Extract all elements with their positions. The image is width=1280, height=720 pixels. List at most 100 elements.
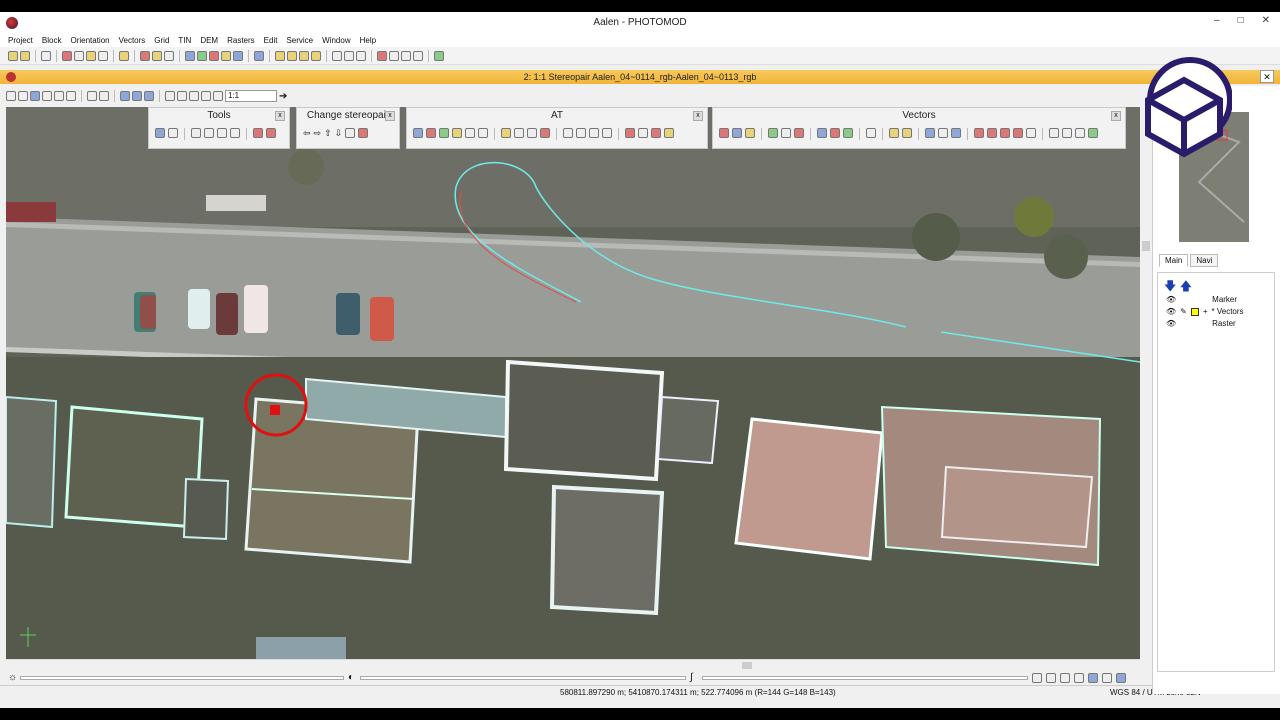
tab-main[interactable]: Main bbox=[1159, 254, 1189, 267]
contrast-slider[interactable] bbox=[360, 676, 686, 680]
expand-icon[interactable]: + bbox=[1203, 307, 1208, 316]
points-icon[interactable] bbox=[140, 50, 150, 61]
crosshair-icon[interactable] bbox=[87, 91, 97, 101]
menu-vectors[interactable]: Vectors bbox=[119, 36, 146, 45]
visibility-eye-icon[interactable]: 👁 bbox=[1166, 307, 1176, 316]
maximize-button[interactable]: □ bbox=[1238, 15, 1244, 26]
layer-vectors[interactable]: 👁 ✎ + * Vectors bbox=[1166, 307, 1244, 316]
join-icon[interactable] bbox=[1000, 128, 1010, 138]
duplicate-icon[interactable] bbox=[217, 128, 227, 138]
import-icon[interactable] bbox=[299, 50, 309, 61]
simplify-icon[interactable] bbox=[1026, 128, 1036, 138]
anaglyph-icon[interactable] bbox=[1102, 673, 1112, 683]
center-icon[interactable] bbox=[54, 91, 64, 101]
polyline-icon[interactable] bbox=[768, 128, 778, 138]
at-panel-close-button[interactable]: x bbox=[693, 111, 703, 121]
at-check-icon[interactable] bbox=[465, 128, 475, 138]
vertex-edit-icon[interactable] bbox=[745, 128, 755, 138]
view-mode-2-icon[interactable] bbox=[1046, 673, 1056, 683]
select-vertex-icon[interactable] bbox=[732, 128, 742, 138]
at-delete-icon[interactable] bbox=[426, 128, 436, 138]
at-verify-icon[interactable] bbox=[664, 128, 674, 138]
vectors-panel-close-button[interactable]: x bbox=[1111, 111, 1121, 121]
clipboard-icon[interactable] bbox=[230, 128, 240, 138]
pair-options-icon[interactable] bbox=[358, 128, 369, 138]
zoom-apply-icon[interactable]: ➔ bbox=[279, 91, 287, 102]
gamma-slider[interactable] bbox=[702, 676, 1028, 680]
grid-icon[interactable] bbox=[233, 50, 243, 61]
menu-project[interactable]: Project bbox=[8, 36, 33, 45]
raster-icon[interactable] bbox=[254, 50, 264, 61]
zoom-window-icon[interactable] bbox=[201, 91, 211, 101]
paste-icon[interactable] bbox=[204, 128, 214, 138]
fit-icon[interactable] bbox=[120, 91, 130, 101]
viewport-vertical-scrollbar[interactable] bbox=[1140, 107, 1152, 659]
menu-rasters[interactable]: Rasters bbox=[227, 36, 255, 45]
menu-orientation[interactable]: Orientation bbox=[70, 36, 109, 45]
report-icon[interactable] bbox=[164, 50, 174, 61]
table-icon[interactable] bbox=[1088, 128, 1098, 138]
properties-icon[interactable] bbox=[41, 50, 51, 61]
viewport-horizontal-scrollbar[interactable] bbox=[6, 659, 1140, 670]
pair-icon[interactable] bbox=[345, 128, 356, 138]
marker-move-icon[interactable] bbox=[99, 91, 109, 101]
arrow-left-icon[interactable]: ⇦ bbox=[303, 128, 311, 139]
cursor-icon[interactable] bbox=[18, 91, 28, 101]
overview-icon[interactable] bbox=[413, 50, 423, 61]
visibility-eye-icon[interactable]: 👁 bbox=[1166, 295, 1176, 304]
minimize-button[interactable]: – bbox=[1214, 15, 1220, 26]
settings-icon[interactable] bbox=[98, 50, 108, 61]
arrow-down-icon[interactable]: ⇩ bbox=[335, 128, 343, 139]
folder-icon[interactable] bbox=[275, 50, 285, 61]
zoom-in-icon[interactable] bbox=[165, 91, 175, 101]
select-tool-icon[interactable] bbox=[155, 128, 165, 138]
classifier-icon[interactable] bbox=[1062, 128, 1072, 138]
menu-grid[interactable]: Grid bbox=[154, 36, 169, 45]
menu-dem[interactable]: DEM bbox=[200, 36, 218, 45]
menu-block[interactable]: Block bbox=[42, 36, 62, 45]
save-icon[interactable] bbox=[20, 50, 30, 61]
at-solve-icon[interactable] bbox=[625, 128, 635, 138]
arrow-up-icon[interactable]: ⇧ bbox=[324, 128, 332, 139]
arc-icon[interactable] bbox=[866, 128, 876, 138]
snap-icon[interactable] bbox=[42, 91, 52, 101]
layer-icon[interactable] bbox=[197, 50, 207, 61]
menu-help[interactable]: Help bbox=[360, 36, 376, 45]
move-icon[interactable] bbox=[889, 128, 899, 138]
attributes-icon[interactable] bbox=[1049, 128, 1059, 138]
zoom-extent-icon[interactable] bbox=[189, 91, 199, 101]
hand-icon[interactable] bbox=[6, 91, 16, 101]
cut-icon[interactable] bbox=[974, 128, 984, 138]
menu-window[interactable]: Window bbox=[322, 36, 350, 45]
stretch-icon[interactable] bbox=[144, 91, 154, 101]
list-icon[interactable] bbox=[74, 50, 84, 61]
view-mode-3-icon[interactable] bbox=[1060, 673, 1070, 683]
stereo-icon[interactable] bbox=[389, 50, 399, 61]
window-icon[interactable] bbox=[344, 50, 354, 61]
refresh-icon[interactable] bbox=[311, 50, 321, 61]
at-grid4-icon[interactable] bbox=[602, 128, 612, 138]
grid-view-icon[interactable] bbox=[30, 91, 40, 101]
vscroll-thumb[interactable] bbox=[1142, 241, 1150, 251]
text-icon[interactable] bbox=[1075, 128, 1085, 138]
options-icon[interactable] bbox=[434, 50, 444, 61]
document-close-button[interactable]: ✕ bbox=[1260, 70, 1274, 83]
move-layer-up-icon[interactable]: 🡅 bbox=[1180, 279, 1192, 293]
layer-raster[interactable]: 👁 Raster bbox=[1166, 319, 1236, 328]
edit-icon[interactable] bbox=[86, 50, 96, 61]
at-report-icon[interactable] bbox=[527, 128, 537, 138]
at-add-icon[interactable] bbox=[439, 128, 449, 138]
layout-icon[interactable] bbox=[401, 50, 411, 61]
at-measure-icon[interactable] bbox=[452, 128, 462, 138]
visibility-eye-icon[interactable]: 👁 bbox=[1166, 319, 1176, 328]
edit-pencil-icon[interactable]: ✎ bbox=[1180, 307, 1187, 316]
stereo-viewport[interactable]: Tools x Change stereopair x ⇦ ⇨ ⇧ ⇩ AT x… bbox=[6, 107, 1140, 659]
redo-icon[interactable] bbox=[356, 50, 366, 61]
at-grid-icon[interactable] bbox=[563, 128, 573, 138]
smooth-icon[interactable] bbox=[938, 128, 948, 138]
menu-service[interactable]: Service bbox=[286, 36, 313, 45]
arrow-right-icon[interactable]: ⇨ bbox=[314, 128, 322, 139]
block-icon[interactable] bbox=[62, 50, 72, 61]
at-tool-icon[interactable] bbox=[651, 128, 661, 138]
undo-icon[interactable] bbox=[332, 50, 342, 61]
